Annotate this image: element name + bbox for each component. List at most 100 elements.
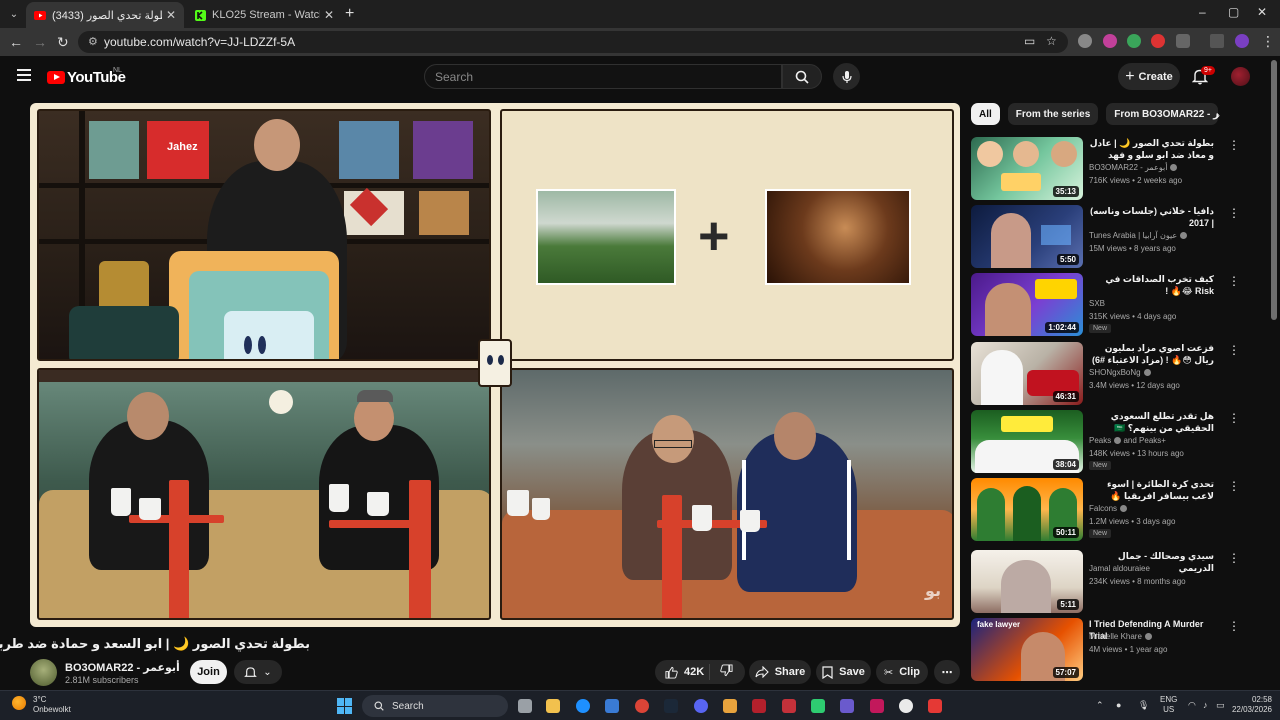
close-window-icon[interactable]: ✕ [1257, 5, 1267, 19]
search-input[interactable] [425, 65, 781, 89]
more-options-icon[interactable]: ⋮ [1228, 551, 1240, 565]
minimize-icon[interactable]: – [1199, 5, 1206, 19]
more-options-icon[interactable]: ⋮ [1228, 206, 1240, 220]
chevron-right-icon[interactable]: › [1216, 108, 1220, 122]
address-bar[interactable]: ⚙ youtube.com/watch?v=JJ-LDZZf-5A ▭ ☆ [78, 31, 1068, 53]
teams-icon[interactable] [840, 699, 854, 713]
store-icon[interactable] [605, 699, 619, 713]
new-tab-icon[interactable]: + [345, 5, 354, 23]
video-player[interactable]: Jahez + بو [30, 103, 960, 627]
app-icon[interactable] [752, 699, 766, 713]
recommendation-title[interactable]: هل تقدر تطلع السعودي الحقيقي من بينهم؟ 🇸… [1089, 410, 1214, 434]
app-icon[interactable] [870, 699, 884, 713]
recommendation-item[interactable]: 35:13 بطولة تحدي الصور 🌙 | عادل و معاذ ض… [971, 137, 1261, 201]
bookmark-star-icon[interactable]: ☆ [1046, 34, 1057, 48]
more-options-icon[interactable]: ⋮ [1228, 343, 1240, 357]
recommendation-title[interactable]: دافيا - خلاني (جلسات وناسه) | 2017 [1089, 205, 1214, 229]
site-info-icon[interactable]: ⚙ [88, 35, 98, 48]
create-button[interactable]: + Create [1118, 63, 1180, 90]
profile-icon[interactable] [1235, 34, 1249, 48]
steam-icon[interactable] [664, 699, 678, 713]
clip-button[interactable]: ✂ Clip [876, 660, 928, 684]
browser-menu-icon[interactable]: ⋮ [1261, 33, 1275, 50]
chevron-up-icon[interactable]: ⌃ [1096, 700, 1104, 711]
video-thumbnail[interactable]: 1:02:44 [971, 273, 1083, 336]
app-icon[interactable] [811, 699, 825, 713]
weather-icon[interactable] [12, 696, 26, 710]
search-button[interactable] [782, 64, 822, 89]
tray-app-icon[interactable]: ● [1116, 700, 1121, 710]
recommendation-item[interactable]: fake lawyer 57:07 I Tried Defending A Mu… [971, 618, 1261, 682]
tab-search-icon[interactable]: ⌄ [4, 4, 24, 24]
more-options-icon[interactable]: ⋮ [1228, 619, 1240, 633]
more-options-icon[interactable]: ⋮ [1228, 274, 1240, 288]
recommendation-title[interactable]: فزعت اصوي مزاد بمليون ريال 😳🔥 ! (مزاد ال… [1089, 342, 1214, 366]
app-icon[interactable] [782, 699, 796, 713]
more-options-icon[interactable]: ⋮ [1228, 479, 1240, 493]
share-button[interactable]: Share [749, 660, 811, 684]
language-indicator[interactable]: ENG US [1160, 695, 1177, 715]
extensions-puzzle-icon[interactable] [1176, 34, 1190, 48]
subscribed-button[interactable]: ⌄ [234, 660, 282, 684]
recommendation-item[interactable]: 50:11 تحدي كرة الطائرة | اسوء لاعب بيساف… [971, 478, 1261, 542]
recommendation-title[interactable]: كيف تخرب الصداقات في Risk 😂🔥 ! [1089, 273, 1214, 297]
account-avatar[interactable] [1231, 67, 1250, 86]
tab-youtube[interactable]: (3433) بطولة تحدي الصور 🌙 ✕ [26, 2, 184, 28]
file-explorer-icon[interactable] [546, 699, 560, 713]
taskbar-search[interactable]: Search [362, 695, 508, 717]
edge-icon[interactable] [576, 699, 590, 713]
recommendation-item[interactable]: 5:50 دافيا - خلاني (جلسات وناسه) | 2017 … [971, 205, 1261, 269]
app-icon[interactable] [899, 699, 913, 713]
video-thumbnail[interactable]: fake lawyer 57:07 [971, 618, 1083, 681]
cast-icon[interactable]: ▭ [1024, 34, 1035, 48]
maximize-icon[interactable]: ▢ [1228, 5, 1239, 19]
menu-icon[interactable] [17, 69, 31, 81]
task-view-icon[interactable] [518, 699, 532, 713]
video-thumbnail[interactable]: 38:04 [971, 410, 1083, 473]
chrome-icon[interactable] [635, 699, 649, 713]
extension-icon[interactable] [1078, 34, 1092, 48]
reading-list-icon[interactable] [1210, 34, 1224, 48]
channel-avatar[interactable] [30, 659, 57, 686]
recommendation-item[interactable]: 5:11 سيدي وصحالك - جمال الدريمي Jamal al… [971, 550, 1261, 614]
reload-icon[interactable]: ↻ [57, 34, 69, 51]
recommendation-item[interactable]: 46:31 فزعت اصوي مزاد بمليون ريال 😳🔥 ! (م… [971, 342, 1261, 406]
tab-kick-stream[interactable]: KLO25 Stream - Watch Live on ✕ [186, 2, 342, 28]
extension-icon[interactable] [1103, 34, 1117, 48]
chip-from-channel[interactable]: From BO3OMAR22 - أبوعمر [1106, 103, 1219, 125]
extension-icon[interactable] [1151, 34, 1165, 48]
volume-icon[interactable]: ♪ [1203, 700, 1208, 710]
app-icon[interactable] [723, 699, 737, 713]
recommendation-item[interactable]: 1:02:44 كيف تخرب الصداقات في Risk 😂🔥 ! S… [971, 273, 1261, 337]
close-tab-icon[interactable]: ✕ [166, 8, 176, 22]
chip-from-series[interactable]: From the series [1007, 103, 1099, 125]
more-options-icon[interactable]: ⋮ [1228, 138, 1240, 152]
page-scrollbar[interactable] [1271, 60, 1277, 320]
channel-name[interactable]: BO3OMAR22 - أبوعمر [65, 661, 180, 674]
search-field[interactable] [424, 64, 782, 89]
save-button[interactable]: Save [816, 660, 871, 684]
video-thumbnail[interactable]: 5:11 [971, 550, 1083, 613]
back-icon[interactable]: ← [9, 34, 23, 50]
wifi-icon[interactable]: ◠ [1188, 700, 1196, 711]
forward-icon[interactable]: → [33, 34, 47, 50]
more-actions-button[interactable]: ⋯ [934, 660, 960, 684]
voice-search-button[interactable] [833, 63, 860, 90]
battery-icon[interactable]: ▭ [1216, 700, 1225, 711]
app-icon[interactable] [928, 699, 942, 713]
microphone-icon[interactable]: 🎙 [1138, 700, 1149, 711]
recommendation-item[interactable]: 38:04 هل تقدر تطلع السعودي الحقيقي من بي… [971, 410, 1261, 474]
chip-all[interactable]: All [971, 103, 1000, 125]
recommendation-title[interactable]: بطولة تحدي الصور 🌙 | عادل و معاذ ضد ابو … [1089, 137, 1214, 161]
video-thumbnail[interactable]: 46:31 [971, 342, 1083, 405]
more-options-icon[interactable]: ⋮ [1228, 411, 1240, 425]
recommendation-title[interactable]: تحدي كرة الطائرة | اسوء لاعب بيسافر افري… [1089, 478, 1214, 502]
like-button[interactable]: 42K [655, 664, 710, 680]
video-thumbnail[interactable]: 35:13 [971, 137, 1083, 200]
close-tab-icon[interactable]: ✕ [324, 8, 334, 22]
discord-icon[interactable] [694, 699, 708, 713]
video-thumbnail[interactable]: 50:11 [971, 478, 1083, 541]
extension-icon[interactable] [1127, 34, 1141, 48]
system-clock[interactable]: 02:58 22/03/2026 [1226, 695, 1272, 715]
join-button[interactable]: Join [190, 660, 227, 684]
